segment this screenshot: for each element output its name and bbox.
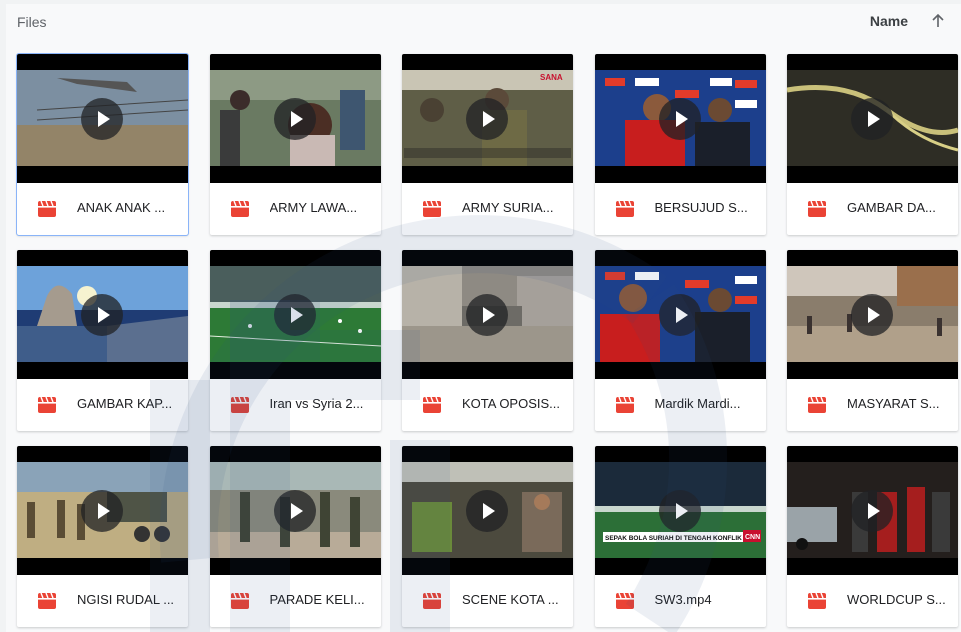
file-name: Iran vs Syria 2... (269, 396, 364, 411)
video-thumbnail[interactable] (17, 54, 188, 183)
video-thumbnail[interactable]: SANA (402, 54, 573, 183)
file-info: Mardik Mardi... (595, 379, 766, 431)
video-thumbnail[interactable] (402, 250, 573, 379)
video-thumbnail[interactable] (402, 446, 573, 575)
file-info: SW3.mp4 (595, 575, 766, 627)
play-icon[interactable] (851, 98, 893, 140)
file-name: WORLDCUP S... (847, 592, 946, 607)
file-name: NGISI RUDAL ... (77, 592, 175, 607)
video-file-icon (423, 200, 441, 217)
play-icon[interactable] (658, 98, 701, 140)
video-file-icon (38, 396, 56, 413)
video-thumbnail[interactable] (787, 250, 958, 379)
file-info: KOTA OPOSIS... (402, 379, 573, 431)
video-thumbnail[interactable] (17, 446, 188, 575)
video-thumbnail[interactable] (209, 54, 381, 183)
svg-text:SANA: SANA (540, 73, 563, 82)
file-name: KOTA OPOSIS... (462, 396, 561, 411)
file-name: SW3.mp4 (654, 592, 712, 607)
file-name: ARMY SURIA... (462, 200, 554, 215)
file-card[interactable]: SEPAK BOLA SURIAH DI TENGAH KONFLIK CNN SW… (594, 446, 766, 627)
video-file-icon (615, 200, 634, 217)
play-icon[interactable] (81, 294, 123, 336)
sort-direction-button[interactable] (926, 9, 950, 33)
video-thumbnail[interactable] (209, 250, 381, 379)
play-icon[interactable] (81, 98, 123, 140)
svg-text:SEPAK BOLA SURIAH DI TENGAH KO: SEPAK BOLA SURIAH DI TENGAH KONFLIK (605, 535, 742, 542)
file-name: SCENE KOTA ... (462, 592, 559, 607)
arrow-up-icon (932, 13, 944, 27)
video-thumbnail[interactable]: SEPAK BOLA SURIAH DI TENGAH KONFLIK CNN (594, 446, 766, 575)
svg-text:CNN: CNN (745, 534, 760, 541)
video-file-icon (615, 592, 634, 609)
file-card[interactable]: NGISI RUDAL ... (17, 446, 188, 627)
video-file-icon (423, 396, 441, 413)
video-thumbnail[interactable] (787, 54, 958, 183)
file-info: ARMY SURIA... (402, 183, 573, 235)
play-icon[interactable] (81, 490, 123, 532)
file-info: PARADE KELI... (210, 575, 381, 627)
play-icon[interactable] (273, 490, 316, 532)
video-file-icon (230, 396, 249, 413)
play-icon[interactable] (851, 490, 893, 532)
video-file-icon (230, 200, 249, 217)
video-file-icon (38, 200, 56, 217)
video-thumbnail[interactable] (594, 250, 766, 379)
file-card[interactable]: Mardik Mardi... (594, 250, 766, 431)
file-card[interactable]: ANAK ANAK ... (16, 53, 189, 236)
play-icon[interactable] (466, 294, 508, 336)
video-thumbnail[interactable] (787, 446, 958, 575)
file-info: MASYARAT S... (787, 379, 958, 431)
file-name: GAMBAR KAP... (77, 396, 173, 411)
file-info: NGISI RUDAL ... (17, 575, 188, 627)
video-thumbnail[interactable] (209, 446, 381, 575)
video-thumbnail[interactable] (594, 54, 766, 183)
video-thumbnail[interactable] (17, 250, 188, 379)
files-header: Files Name (6, 4, 961, 44)
file-info: ANAK ANAK ... (17, 183, 188, 235)
file-info: BERSUJUD S... (595, 183, 766, 235)
video-file-icon (423, 592, 441, 609)
file-info: ARMY LAWA... (210, 183, 381, 235)
file-card[interactable]: PARADE KELI... (209, 446, 381, 627)
play-icon[interactable] (658, 294, 701, 336)
file-name: BERSUJUD S... (654, 200, 748, 215)
file-card[interactable]: BERSUJUD S... (594, 54, 766, 235)
file-name: GAMBAR DA... (847, 200, 936, 215)
file-card[interactable]: ARMY LAWA... (209, 54, 381, 235)
file-card[interactable]: GAMBAR KAP... (17, 250, 188, 431)
sort-by-name-button[interactable]: Name (870, 13, 908, 29)
file-name: ARMY LAWA... (269, 200, 358, 215)
play-icon[interactable] (273, 98, 316, 140)
file-card[interactable]: GAMBAR DA... (787, 54, 958, 235)
file-name: ANAK ANAK ... (77, 200, 166, 215)
file-name: MASYARAT S... (847, 396, 940, 411)
file-info: WORLDCUP S... (787, 575, 958, 627)
file-card[interactable]: SANA ARMY SURIA... (402, 54, 573, 235)
file-info: SCENE KOTA ... (402, 575, 573, 627)
video-file-icon (808, 200, 826, 217)
file-card[interactable]: SCENE KOTA ... (402, 446, 573, 627)
video-file-icon (230, 592, 249, 609)
file-card[interactable]: WORLDCUP S... (787, 446, 958, 627)
video-file-icon (808, 592, 826, 609)
file-browser: Files Name ANAK ANAK ... ARMY LAWA... SANA… (6, 4, 961, 632)
file-name: PARADE KELI... (269, 592, 365, 607)
play-icon[interactable] (466, 490, 508, 532)
section-title: Files (17, 14, 47, 30)
play-icon[interactable] (273, 294, 316, 336)
video-file-icon (615, 396, 634, 413)
play-icon[interactable] (658, 490, 701, 532)
file-info: GAMBAR KAP... (17, 379, 188, 431)
file-card[interactable]: KOTA OPOSIS... (402, 250, 573, 431)
play-icon[interactable] (851, 294, 893, 336)
file-info: Iran vs Syria 2... (210, 379, 381, 431)
file-info: GAMBAR DA... (787, 183, 958, 235)
file-card[interactable]: MASYARAT S... (787, 250, 958, 431)
file-card[interactable]: Iran vs Syria 2... (209, 250, 381, 431)
play-icon[interactable] (466, 98, 508, 140)
video-file-icon (38, 592, 56, 609)
file-name: Mardik Mardi... (654, 396, 741, 411)
video-file-icon (808, 396, 826, 413)
